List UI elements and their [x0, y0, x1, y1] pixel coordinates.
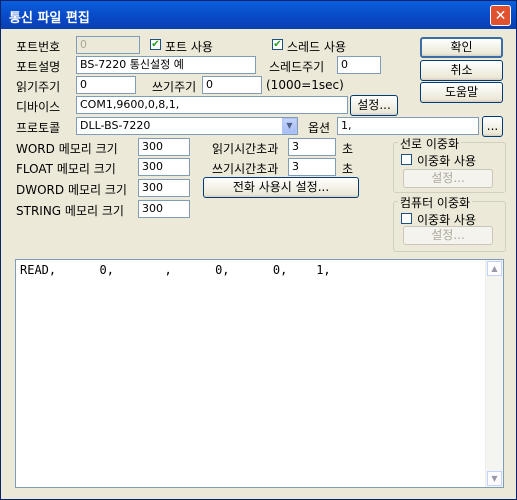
write-period-field[interactable]: 0: [202, 76, 262, 94]
device-label: 디바이스: [16, 100, 61, 114]
computer-redundancy-checkbox[interactable]: [401, 213, 412, 224]
protocol-select[interactable]: DLL-BS-7220 ▼: [76, 117, 298, 135]
line-redundancy-settings-button[interactable]: 설정...: [403, 169, 493, 188]
ok-button[interactable]: 확인: [420, 37, 503, 58]
string-memory-field[interactable]: 300: [138, 200, 190, 218]
word-memory-label: WORD 메모리 크기: [16, 142, 118, 156]
read-timeout-unit: 초: [342, 142, 354, 156]
dialog-window: 통신 파일 편집 ✕ 포트번호 0 ✔ 포트 사용 ✔ 스레드 사용 확인 포트…: [0, 0, 517, 500]
line-redundancy-use-label: 이중화 사용: [417, 154, 477, 168]
line-redundancy-group-label: 선로 이중화: [398, 135, 462, 152]
option-browse-button[interactable]: ...: [482, 116, 503, 137]
dword-memory-label: DWORD 메모리 크기: [16, 183, 127, 197]
period-unit-note: (1000=1sec): [266, 78, 344, 92]
read-timeout-field[interactable]: 3: [288, 138, 336, 156]
cancel-button[interactable]: 취소: [420, 60, 503, 81]
computer-redundancy-group-label: 컴퓨터 이중화: [398, 194, 473, 211]
protocol-label: 프로토콜: [16, 121, 61, 135]
thread-use-checkbox[interactable]: ✔: [272, 39, 283, 50]
help-button[interactable]: 도움말: [420, 82, 503, 103]
port-desc-label: 포트설명: [16, 60, 61, 74]
dword-memory-field[interactable]: 300: [138, 179, 190, 197]
device-field[interactable]: COM1,9600,0,8,1,: [76, 96, 348, 114]
protocol-selected-value: DLL-BS-7220: [80, 119, 151, 132]
port-desc-field[interactable]: BS-7220 통신설정 예: [76, 56, 256, 74]
option-field[interactable]: 1,: [337, 117, 479, 135]
write-period-label: 쓰기주기: [152, 80, 197, 94]
write-timeout-field[interactable]: 3: [288, 158, 336, 176]
line-redundancy-group: 선로 이중화 이중화 사용 설정...: [393, 135, 506, 193]
word-memory-field[interactable]: 300: [138, 138, 190, 156]
port-number-field[interactable]: 0: [76, 36, 140, 54]
float-memory-label: FLOAT 메모리 크기: [16, 162, 116, 176]
title-bar[interactable]: 통신 파일 편집 ✕: [1, 1, 516, 29]
script-editor[interactable]: READ, 0, , 0, 0, 1, ▲ ▼: [15, 259, 504, 488]
close-button[interactable]: ✕: [490, 5, 511, 26]
write-timeout-label: 쓰기시간초과: [212, 162, 279, 176]
computer-redundancy-group: 컴퓨터 이중화 이중화 사용 설정...: [393, 194, 506, 252]
string-memory-label: STRING 메모리 크기: [16, 204, 124, 218]
option-label: 옵션: [308, 121, 331, 135]
line-redundancy-checkbox[interactable]: [401, 154, 412, 165]
computer-redundancy-settings-button[interactable]: 설정...: [403, 226, 493, 245]
thread-use-label: 스레드 사용: [287, 40, 347, 54]
scroll-down-icon[interactable]: ▼: [487, 471, 502, 486]
read-period-field[interactable]: 0: [76, 76, 136, 94]
float-memory-field[interactable]: 300: [138, 158, 190, 176]
port-use-label: 포트 사용: [165, 40, 213, 54]
thread-period-field[interactable]: 0: [337, 56, 381, 74]
window-title: 통신 파일 편집: [9, 11, 90, 26]
read-period-label: 읽기주기: [16, 80, 61, 94]
port-use-checkbox[interactable]: ✔: [150, 39, 161, 50]
port-number-label: 포트번호: [16, 40, 61, 54]
vertical-scrollbar[interactable]: ▲ ▼: [485, 260, 503, 487]
write-timeout-unit: 초: [342, 162, 354, 176]
device-settings-button[interactable]: 설정...: [350, 95, 398, 116]
thread-period-label: 스레드주기: [269, 60, 325, 74]
scroll-up-icon[interactable]: ▲: [487, 261, 502, 276]
script-editor-content: READ, 0, , 0, 0, 1,: [20, 263, 331, 277]
phone-settings-button[interactable]: 전화 사용시 설정...: [203, 177, 359, 198]
read-timeout-label: 읽기시간초과: [212, 142, 279, 156]
chevron-down-icon[interactable]: ▼: [282, 118, 297, 134]
